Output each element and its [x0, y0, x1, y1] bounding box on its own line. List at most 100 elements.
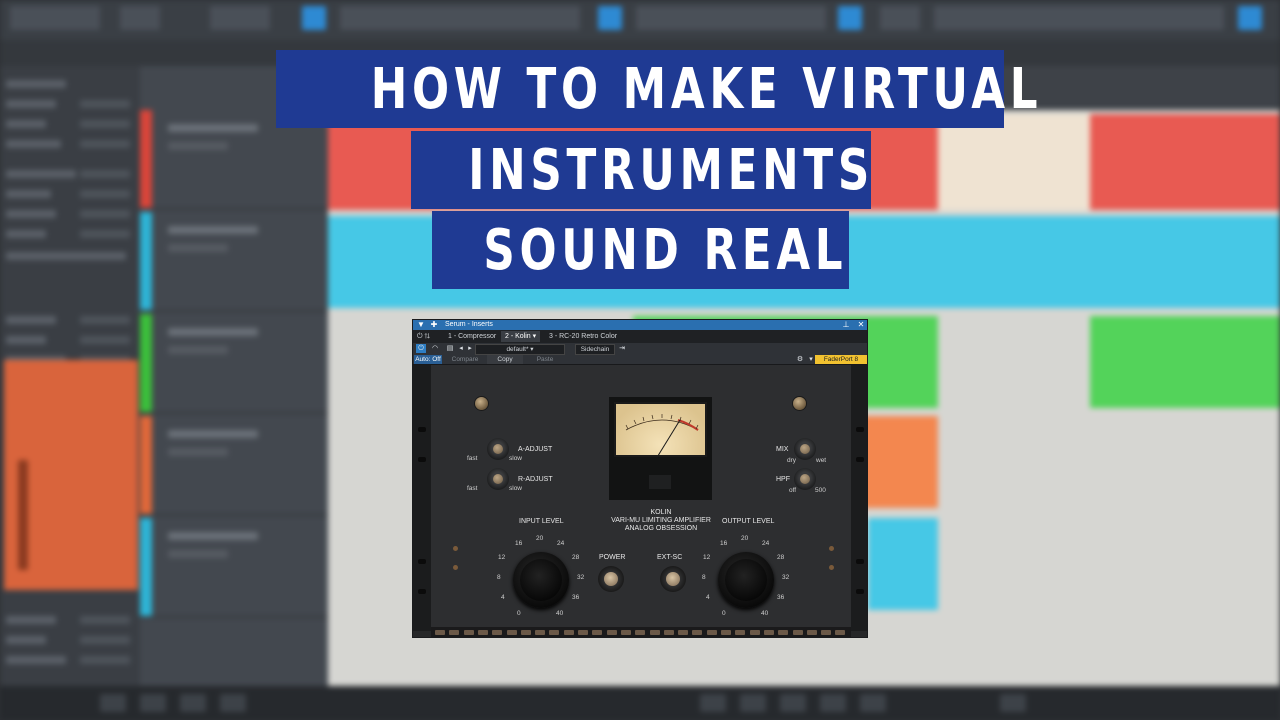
- rack-switch: [578, 630, 588, 635]
- title-line-2: INSTRUMENTS: [411, 131, 871, 209]
- rack-switch: [535, 630, 546, 635]
- rack-switch: [735, 630, 746, 635]
- r-adjust-switch[interactable]: [487, 468, 509, 490]
- rack-switch: [792, 630, 803, 635]
- plugin-window-title: Serum - Inserts: [445, 321, 493, 328]
- rack-switch: [435, 630, 445, 635]
- rack-switch: [620, 630, 631, 635]
- rack-switch: [821, 630, 832, 635]
- faderport-badge: FaderPort 8: [815, 355, 867, 364]
- rack-switch: [463, 630, 474, 635]
- daw-channel-strip: [4, 360, 138, 590]
- sidechain-route-icon[interactable]: ⇥: [617, 344, 627, 353]
- a-adjust-slow: slow: [509, 455, 523, 462]
- ext-sc-switch[interactable]: [660, 566, 686, 592]
- a-adjust-fast: fast: [467, 455, 478, 462]
- tab-kolin[interactable]: 2 - Kolin ▾: [501, 331, 541, 342]
- vu-meter: [609, 397, 712, 500]
- close-icon[interactable]: ✕: [856, 320, 866, 330]
- rack-switch: [763, 630, 774, 635]
- vu-meter-face: [614, 402, 707, 457]
- daw-track-list: [140, 66, 328, 686]
- output-level-label: OUTPUT LEVEL: [722, 518, 775, 525]
- ext-sc-label: EXT-SC: [657, 554, 683, 561]
- preset-selector[interactable]: default* ▾: [475, 344, 565, 355]
- rack-switch: [477, 630, 488, 635]
- meter-zero-screw: [649, 475, 671, 489]
- indicator-lamp: [829, 546, 834, 551]
- a-adjust-switch[interactable]: [487, 438, 509, 460]
- rack-switch: [778, 630, 789, 635]
- indicator-lamp: [453, 565, 458, 570]
- hpf-switch[interactable]: [794, 468, 816, 490]
- rack-switch: [835, 630, 846, 635]
- insert-tabs: ⏻ ⇅ 1 - Compressor 2 - Kolin ▾ 3 - RC-20…: [413, 330, 867, 343]
- r-adjust-fast: fast: [467, 485, 478, 492]
- tab-compressor[interactable]: 1 - Compressor: [444, 331, 500, 342]
- title-line-3: SOUND REAL: [432, 211, 849, 289]
- rack-switch: [649, 630, 660, 635]
- a-adjust-label: A-ADJUST: [518, 446, 553, 453]
- hpf-label: HPF: [776, 476, 790, 483]
- unit-subtitle: VARI-MU LIMITING AMPLIFIER: [611, 517, 711, 524]
- copy-button[interactable]: Copy: [487, 355, 523, 364]
- sidechain-button[interactable]: Sidechain: [575, 344, 615, 355]
- rack-switch: [721, 630, 731, 635]
- rack-switch: [563, 630, 574, 635]
- rack-ear-left: [413, 365, 431, 631]
- pin-icon[interactable]: ⊥: [841, 320, 851, 330]
- rack-ear-right: [851, 365, 867, 631]
- automation-icon[interactable]: ◠: [430, 344, 440, 353]
- mix-wet: wet: [816, 457, 827, 464]
- auto-off-button[interactable]: Auto: Off: [414, 355, 442, 364]
- rack-switch: [806, 630, 817, 635]
- indicator-lamp: [453, 546, 458, 551]
- plugin-titlebar[interactable]: ▼ ✚ Serum - Inserts ⊥ ✕: [413, 320, 867, 330]
- indicator-lamp: [829, 565, 834, 570]
- rack-switch-row: [431, 627, 851, 637]
- power-icon[interactable]: ⏻: [416, 344, 426, 353]
- rack-switch: [663, 630, 674, 635]
- rack-switch: [606, 630, 617, 635]
- rack-switch: [549, 630, 560, 635]
- plugin-window: ▼ ✚ Serum - Inserts ⊥ ✕ ⏻ ⇅ 1 - Compress…: [412, 319, 868, 638]
- rack-switch: [520, 630, 531, 635]
- daw-status-bar: [0, 686, 1280, 720]
- power-switch[interactable]: [598, 566, 624, 592]
- rack-switch: [678, 630, 689, 635]
- input-level-knob[interactable]: [513, 552, 569, 608]
- next-preset-icon[interactable]: ▸: [465, 344, 475, 353]
- rack-switch: [592, 630, 603, 635]
- preset-file-icon[interactable]: ▤: [445, 344, 455, 353]
- screw-icon: [793, 397, 806, 410]
- rack-switch: [492, 630, 503, 635]
- rack-switch: [635, 630, 646, 635]
- rack-switch: [449, 630, 460, 635]
- hpf-500: 500: [815, 487, 826, 494]
- mix-dry: dry: [787, 457, 797, 464]
- kolin-rack-unit: A-ADJUST fast slow R-ADJUST fast slow MI…: [413, 365, 867, 637]
- screw-icon: [475, 397, 488, 410]
- mix-switch[interactable]: [794, 438, 816, 460]
- unit-name: KOLIN: [650, 509, 672, 516]
- output-level-knob[interactable]: [718, 552, 774, 608]
- mix-label: MIX: [776, 446, 789, 453]
- settings-gear-icon[interactable]: ⚙: [795, 355, 805, 364]
- rack-switch: [506, 630, 517, 635]
- r-adjust-label: R-ADJUST: [518, 476, 553, 483]
- input-level-label: INPUT LEVEL: [519, 518, 564, 525]
- title-line-1: HOW TO MAKE VIRTUAL: [276, 50, 1038, 128]
- rack-switch: [692, 630, 703, 635]
- paste-button[interactable]: Paste: [527, 355, 563, 364]
- power-label: POWER: [599, 554, 626, 561]
- plugin-controls: ⏻ ◠ Auto: Off ▤ ◂ ▸ default* ▾ Compare C…: [413, 343, 867, 365]
- compare-button[interactable]: Compare: [447, 355, 483, 364]
- insert-icons: ⏻ ⇅: [417, 333, 431, 340]
- hpf-off: off: [789, 487, 797, 494]
- r-adjust-slow: slow: [509, 485, 523, 492]
- add-icon[interactable]: ✚: [429, 320, 439, 330]
- rack-switch: [749, 630, 760, 635]
- tab-rc20[interactable]: 3 - RC-20 Retro Color: [545, 331, 621, 342]
- collapse-icon[interactable]: ▼: [416, 320, 426, 330]
- rack-faceplate: A-ADJUST fast slow R-ADJUST fast slow MI…: [431, 365, 851, 629]
